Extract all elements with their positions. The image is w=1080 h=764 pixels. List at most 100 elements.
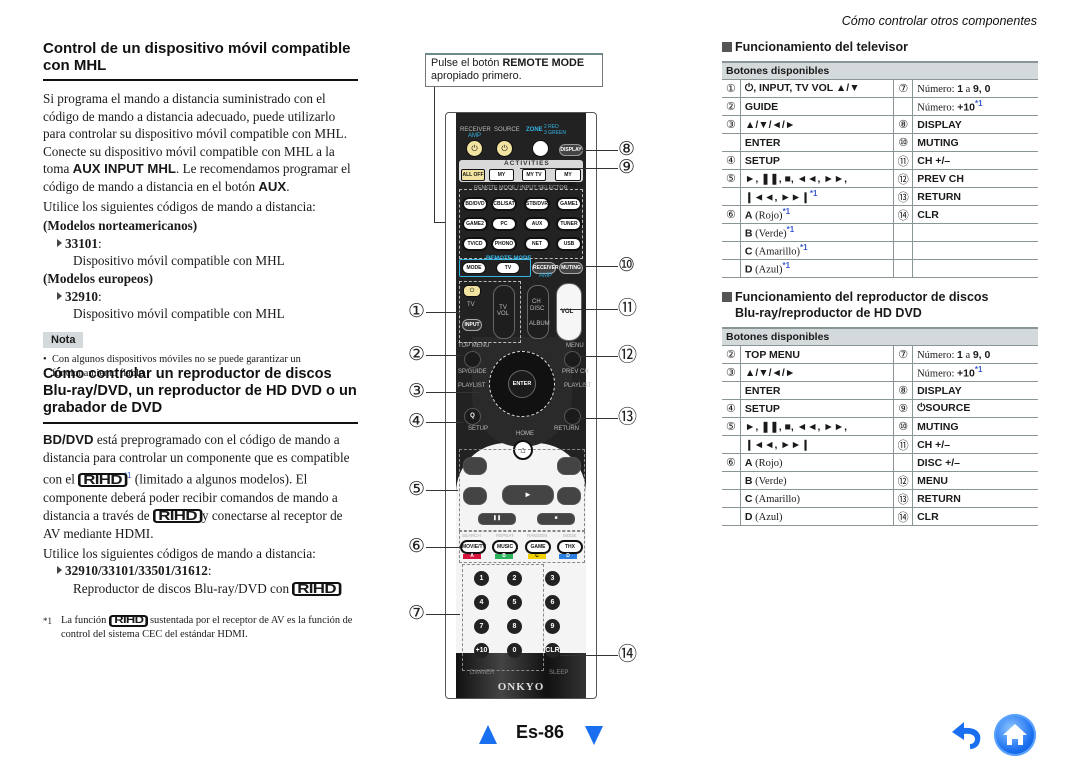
number-button[interactable]: 1 (474, 571, 489, 586)
button-name-cell (912, 259, 1038, 278)
callout-number: ⑤ (408, 479, 426, 500)
number-button[interactable]: 8 (507, 619, 522, 634)
return-button[interactable] (564, 408, 581, 425)
footnote-link[interactable]: *1 (810, 189, 818, 198)
button-name-cell: ▲/▼/◄/► (740, 363, 895, 382)
sleep-label: SLEEP (549, 670, 569, 676)
remote-control-image: RECEIVER AMP SOURCE ZONE 2 RED 3 GREEN ⏻… (445, 112, 597, 699)
input-selector-button[interactable]: GAME2 (462, 217, 488, 231)
source-power-button[interactable]: ⏻ (496, 140, 513, 157)
note-box: Nota (43, 330, 358, 348)
callout-number-cell: ① (722, 79, 741, 98)
callout-number: ⑥ (408, 536, 426, 557)
game-button[interactable]: GAME (525, 540, 551, 554)
q-button[interactable]: Q (464, 408, 481, 425)
skip-back-button[interactable] (463, 457, 487, 475)
tv-input-button[interactable]: INPUT (462, 319, 482, 331)
footnote-link[interactable]: *1 (783, 207, 791, 216)
mhl-title: Control de un dispositivo móvil compatib… (43, 40, 351, 74)
rewind-button[interactable] (463, 487, 487, 505)
receiver-power-button[interactable]: ⏻ (466, 140, 483, 157)
muting-button[interactable]: MUTING (559, 262, 583, 274)
fast-forward-button[interactable] (557, 487, 581, 505)
footnote-mark: *1 (43, 616, 52, 627)
thx-button[interactable]: THX (557, 540, 583, 554)
input-selector-button[interactable]: BD/DVD (462, 197, 488, 211)
music-button[interactable]: MUSIC (492, 540, 518, 554)
number-button[interactable]: 5 (507, 595, 522, 610)
source-label: SOURCE (494, 127, 520, 133)
my-movie-button[interactable]: MY MOVIE (489, 169, 514, 188)
number-button[interactable]: +10 (474, 643, 489, 658)
back-button[interactable] (948, 718, 986, 752)
na-desc: Dispositivo móvil compatible con MHL (73, 253, 285, 269)
footnote-link[interactable]: *1 (783, 261, 791, 270)
input-selector-button[interactable]: NET (524, 237, 550, 251)
prev-page-button[interactable] (479, 725, 497, 744)
rihd-logo: RIHD (152, 509, 202, 524)
footnote-link[interactable]: *1 (975, 99, 983, 108)
mhl-para2: Conecte su dispositivo móvil compatible … (43, 143, 358, 196)
input-selector-button[interactable]: STB/DVR (524, 197, 550, 211)
tv-mode-button[interactable]: TV (496, 262, 520, 274)
na-code: 33101: (43, 235, 358, 253)
tv-power-button[interactable]: ⏻ (463, 285, 481, 297)
section-rule (43, 422, 358, 424)
number-button[interactable]: CLR (545, 643, 560, 658)
input-selector-button[interactable]: PHONO (491, 237, 517, 251)
number-button[interactable]: 3 (545, 571, 560, 586)
callout-number: ① (408, 301, 426, 322)
running-header: Cómo controlar otros componentes (841, 14, 1037, 28)
home-page-button[interactable] (994, 714, 1036, 756)
ch-rocker[interactable] (527, 285, 549, 339)
input-selector-button[interactable]: TUNER (556, 217, 582, 231)
pause-button[interactable]: ❚❚ (478, 513, 516, 525)
number-button[interactable]: 6 (545, 595, 560, 610)
input-selector-button[interactable]: AUX (524, 217, 550, 231)
number-button[interactable]: 4 (474, 595, 489, 610)
callout-leader-line (578, 418, 618, 419)
table-header: Botones disponibles (722, 61, 1038, 80)
arrow-right-icon (57, 566, 62, 575)
callout-number: ⑭ (618, 644, 638, 665)
onkyo-logo: ONKYO (497, 681, 545, 693)
input-selector-button[interactable]: USB (556, 237, 582, 251)
bd-para2: Utilice los siguientes códigos de mando … (43, 545, 316, 561)
callout-number-cell: ⑥ (722, 205, 741, 224)
play-button[interactable]: ► (502, 485, 554, 505)
button-name-cell: RETURN (912, 187, 1038, 206)
rihd-logo: RIHD (108, 615, 149, 628)
enter-button[interactable]: ENTER (508, 370, 536, 398)
activities-label: ACTIVITIES (504, 160, 550, 167)
mhl-para1-text: Si programa el mando a distancia suminis… (43, 91, 347, 142)
tv-section-title-text: Funcionamiento del televisor (735, 40, 908, 54)
number-button[interactable]: 2 (507, 571, 522, 586)
prev-ch-label: PREV CH (562, 369, 589, 375)
input-selector-button[interactable]: CBL/SAT (491, 197, 517, 211)
callout-number-cell: ⑫ (893, 169, 914, 188)
menu-button[interactable] (564, 351, 581, 368)
callout-number-cell (722, 259, 741, 278)
all-off-button[interactable]: ALL OFF (461, 169, 485, 181)
input-selector-button[interactable]: GAME1 (556, 197, 582, 211)
my-music-button[interactable]: MY MUSIC (555, 169, 581, 188)
input-selector-button[interactable]: PC (491, 217, 517, 231)
number-button[interactable]: 0 (507, 643, 522, 658)
zone-button[interactable] (532, 140, 549, 157)
footnote-link[interactable]: *1 (975, 365, 983, 374)
stop-button[interactable]: ■ (537, 513, 575, 525)
footnote-link[interactable]: *1 (787, 225, 795, 234)
next-page-button[interactable] (585, 726, 603, 745)
my-tv-button[interactable]: MY TV (522, 169, 546, 181)
top-menu-button[interactable] (464, 351, 481, 368)
callout-number-cell (722, 471, 741, 490)
footnote-link[interactable]: *1 (800, 243, 808, 252)
movie-tv-button[interactable]: MOVIE/TV (460, 540, 486, 554)
number-button[interactable]: 7 (474, 619, 489, 634)
skip-forward-button[interactable] (557, 457, 581, 475)
number-button[interactable]: 9 (545, 619, 560, 634)
mode-button[interactable]: MODE (462, 262, 486, 274)
return-label: RETURN (554, 426, 579, 432)
input-selector-button[interactable]: TV/CD (462, 237, 488, 251)
callout-leader-line (426, 312, 460, 313)
